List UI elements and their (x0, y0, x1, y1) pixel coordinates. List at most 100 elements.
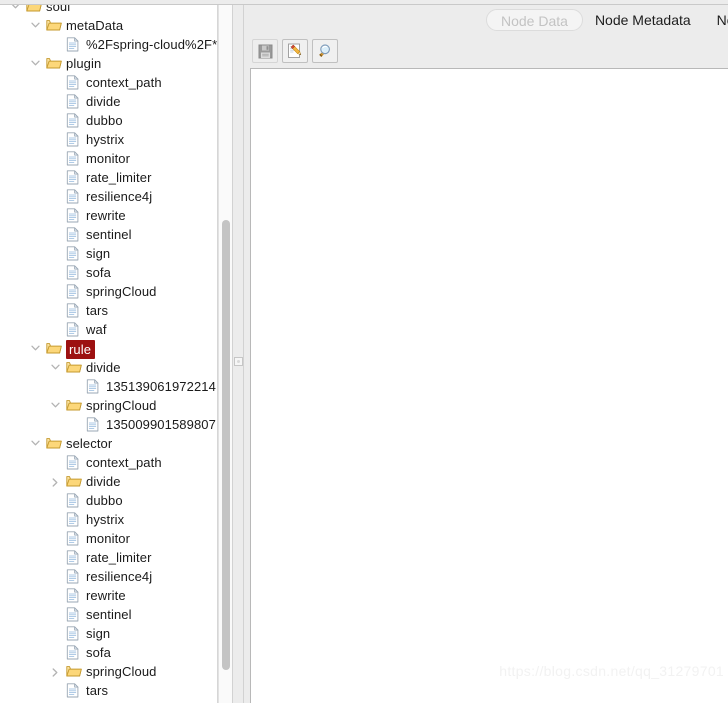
tree-item-monitor[interactable]: monitor (0, 529, 217, 548)
tree-item-hystrix[interactable]: hystrix (0, 510, 217, 529)
tree-twisty[interactable] (28, 434, 42, 453)
tree-item-rewrite[interactable]: rewrite (0, 206, 217, 225)
file-icon (66, 588, 82, 603)
file-icon (86, 379, 99, 394)
tree-item-sign[interactable]: sign (0, 244, 217, 263)
tree-twisty[interactable] (48, 358, 62, 377)
node-detail-tabbar[interactable]: Node Data Node Metadata Node (244, 5, 728, 35)
tree-item-label: sign (86, 626, 111, 641)
tree-item-label: 135009901589807 (106, 417, 216, 432)
tree-twisty[interactable] (48, 472, 62, 491)
tree-item-sentinel[interactable]: sentinel (0, 605, 217, 624)
chevron-down-icon (50, 402, 60, 408)
folder-icon (66, 666, 82, 677)
tree-item-label: context_path (86, 75, 162, 90)
tree-item-rate-limiter[interactable]: rate_limiter (0, 168, 217, 187)
tree-item-label: tars (86, 303, 109, 318)
folder-icon (66, 400, 82, 411)
split-pane-divider[interactable] (232, 5, 244, 703)
file-icon (66, 455, 79, 470)
tree-item-label: sentinel (86, 227, 132, 242)
tree-item-sign[interactable]: sign (0, 624, 217, 643)
node-tree-list[interactable]: soul metaData %2Fspring-cloud%2F** plugin co… (0, 5, 217, 700)
tree-twisty[interactable] (48, 662, 62, 681)
tree-item-hystrix[interactable]: hystrix (0, 130, 217, 149)
split-pane-grip[interactable] (234, 357, 243, 366)
tab-node-metadata[interactable]: Node Metadata (583, 9, 703, 31)
folder-icon (26, 5, 42, 14)
file-icon (86, 379, 102, 394)
tree-item-sentinel[interactable]: sentinel (0, 225, 217, 244)
file-icon (66, 132, 82, 147)
file-icon (66, 37, 82, 52)
tree-vertical-scrollbar[interactable] (218, 5, 232, 703)
tree-item-divide[interactable]: divide (0, 472, 217, 491)
search-button[interactable] (312, 39, 338, 63)
tree-item-context-path[interactable]: context_path (0, 73, 217, 92)
file-icon (66, 208, 82, 223)
folder-icon (46, 18, 62, 33)
file-icon (66, 512, 82, 527)
tree-item-dubbo[interactable]: dubbo (0, 491, 217, 510)
file-icon (66, 227, 79, 242)
tree-item-sofa[interactable]: sofa (0, 643, 217, 662)
node-tree-pane[interactable]: soul metaData %2Fspring-cloud%2F** plugin co… (0, 5, 218, 703)
tree-item-springcloud[interactable]: springCloud (0, 282, 217, 301)
file-icon (86, 417, 102, 432)
tree-scrollbar-thumb[interactable] (222, 220, 230, 670)
tree-item-tars[interactable]: tars (0, 301, 217, 320)
tree-item-resilience4j[interactable]: resilience4j (0, 567, 217, 586)
tree-item-135009901589807[interactable]: 135009901589807 (0, 415, 217, 434)
tree-item-springcloud[interactable]: springCloud (0, 662, 217, 681)
tree-item-label: dubbo (86, 493, 123, 508)
file-icon (66, 322, 79, 337)
tree-item-selector[interactable]: selector (0, 434, 217, 453)
tree-twisty[interactable] (8, 5, 22, 16)
tree-item-metadata[interactable]: metaData (0, 16, 217, 35)
tree-item-label: hystrix (86, 512, 125, 527)
tree-item-resilience4j[interactable]: resilience4j (0, 187, 217, 206)
file-icon (66, 512, 79, 527)
tree-item-divide[interactable]: divide (0, 92, 217, 111)
file-icon (66, 265, 79, 280)
tree-twisty[interactable] (28, 339, 42, 358)
tree-item-rewrite[interactable]: rewrite (0, 586, 217, 605)
file-icon (66, 151, 79, 166)
edit-button[interactable] (282, 39, 308, 63)
tree-item-sofa[interactable]: sofa (0, 263, 217, 282)
tree-item-springcloud[interactable]: springCloud (0, 396, 217, 415)
tree-twisty[interactable] (28, 16, 42, 35)
tab-node-data[interactable]: Node Data (486, 9, 583, 31)
tree-item-label: %2Fspring-cloud%2F** (86, 37, 218, 52)
tree-item-label: sentinel (86, 607, 132, 622)
tree-item-monitor[interactable]: monitor (0, 149, 217, 168)
chevron-right-icon (52, 478, 58, 487)
tree-item-rate-limiter[interactable]: rate_limiter (0, 548, 217, 567)
tree-item-divide[interactable]: divide (0, 358, 217, 377)
tree-item-context-path[interactable]: context_path (0, 453, 217, 472)
tree-item-rule[interactable]: rule (0, 339, 217, 359)
tab-node-acl[interactable]: Node (705, 9, 728, 31)
tree-item-plugin[interactable]: plugin (0, 54, 217, 73)
folder-icon (46, 341, 62, 356)
file-icon (66, 132, 79, 147)
tree-item--2fspring-cloud-2f-[interactable]: %2Fspring-cloud%2F** (0, 35, 217, 54)
tree-item-dubbo[interactable]: dubbo (0, 111, 217, 130)
folder-icon (46, 56, 62, 71)
file-icon (66, 683, 82, 698)
node-detail-toolbar[interactable] (252, 38, 342, 64)
tree-item-soul[interactable]: soul (0, 5, 217, 16)
save-button[interactable] (252, 39, 278, 63)
chevron-down-icon (30, 22, 40, 28)
tree-twisty[interactable] (28, 54, 42, 73)
tree-item-135139061972214[interactable]: 135139061972214 (0, 377, 217, 396)
chevron-down-icon (30, 440, 40, 446)
tree-item-tars[interactable]: tars (0, 681, 217, 700)
tree-item-label: context_path (86, 455, 162, 470)
chevron-down-icon (50, 364, 60, 370)
tree-item-waf[interactable]: waf (0, 320, 217, 339)
node-metadata-editor[interactable] (250, 68, 728, 703)
tree-twisty[interactable] (48, 396, 62, 415)
file-icon (66, 607, 82, 622)
file-icon (66, 75, 82, 90)
